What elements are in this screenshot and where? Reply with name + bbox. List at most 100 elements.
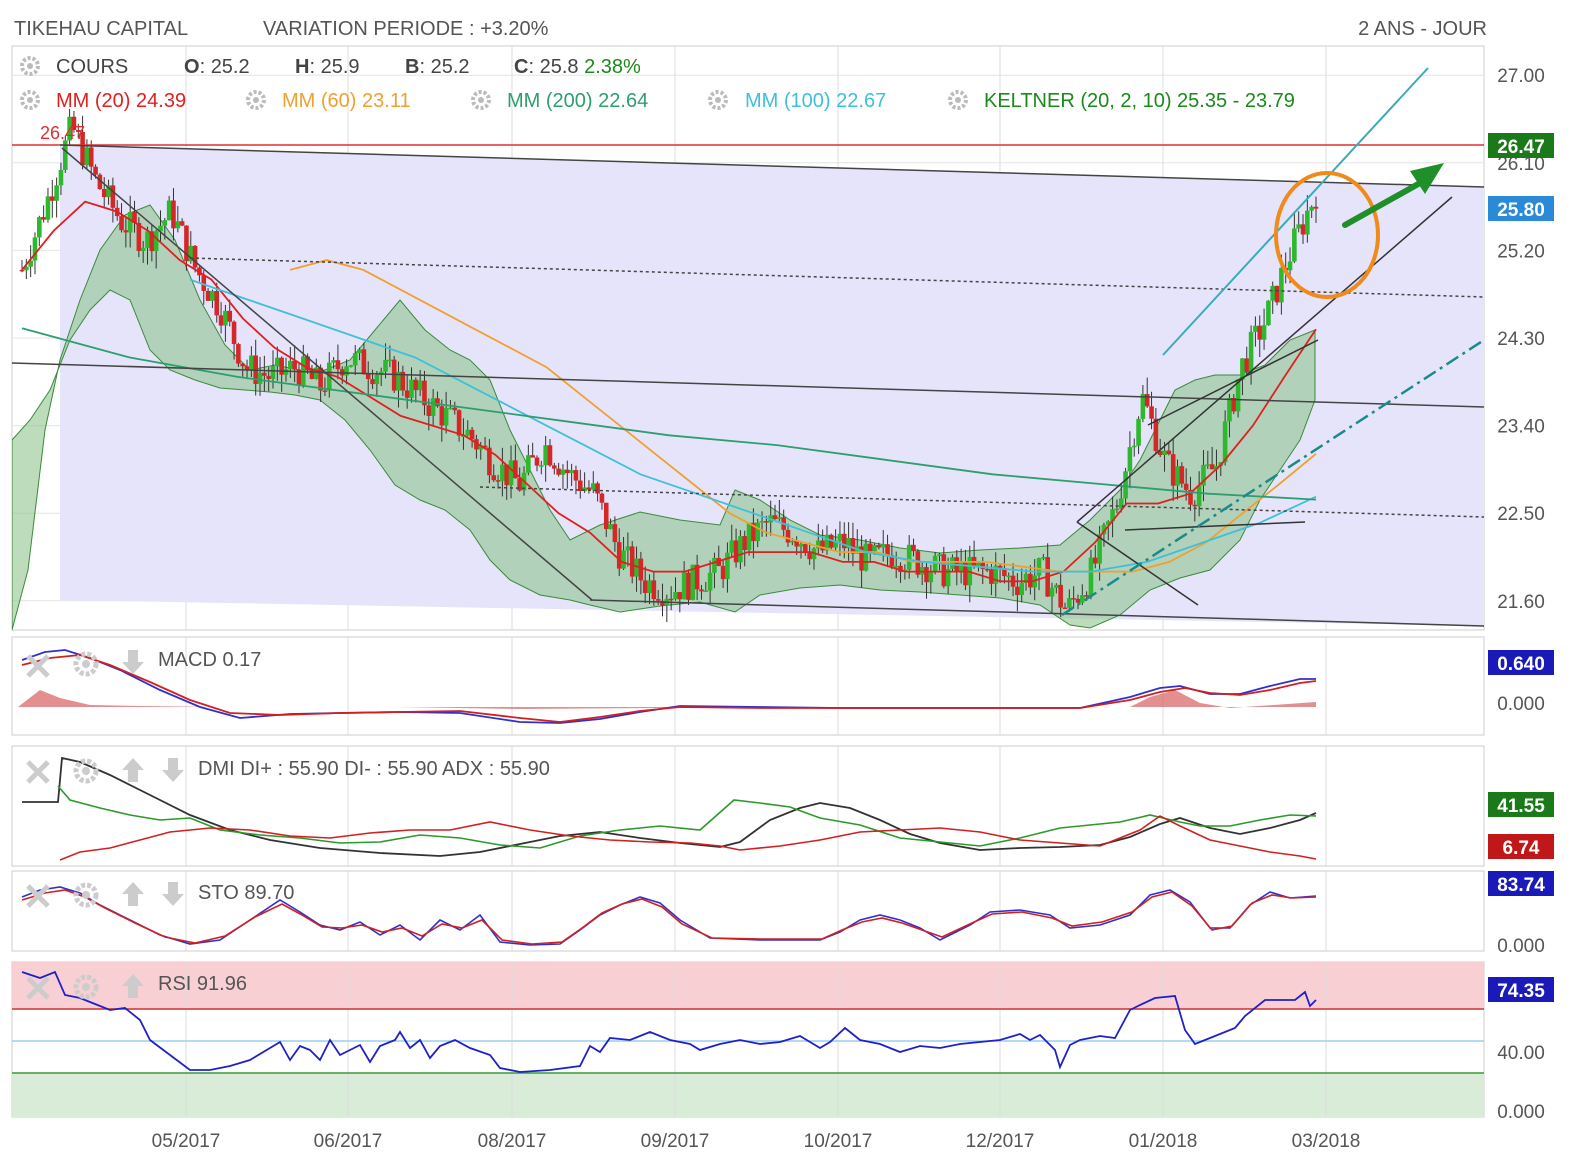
candle-body — [426, 405, 432, 416]
period-selector[interactable]: 2 ANS - JOUR — [1358, 18, 1487, 40]
candle-body — [443, 408, 449, 426]
candle-body — [586, 487, 592, 490]
candle-body — [249, 355, 254, 370]
candle-body — [616, 542, 622, 569]
candle-body — [564, 469, 570, 474]
candle-body — [885, 544, 890, 556]
candle-body — [452, 407, 458, 411]
candle-body — [387, 359, 393, 362]
price-tick-label: 27.00 — [1497, 66, 1545, 87]
indicator-mm200: MM (200) 22.64 — [507, 90, 648, 112]
candle-body — [175, 221, 181, 229]
candle-body — [1192, 504, 1198, 507]
candle-body — [928, 571, 934, 583]
candle-body — [603, 502, 609, 530]
candle-body — [1196, 485, 1202, 507]
candle-body — [764, 521, 769, 523]
candle-body — [1041, 557, 1046, 559]
candle-body — [976, 562, 981, 566]
svg-text:B: 25.2: B: 25.2 — [405, 56, 470, 78]
candle-body — [140, 247, 146, 251]
candle-body — [361, 349, 367, 375]
candle-body — [625, 546, 631, 551]
macd-label: MACD 0.17 — [158, 649, 261, 671]
price-tick-label: 22.50 — [1497, 504, 1545, 525]
rsi-mid-tick: 40.00 — [1497, 1043, 1545, 1064]
candle-body — [236, 344, 241, 364]
candle-body — [240, 363, 246, 367]
candle-body — [1162, 450, 1167, 455]
candle-body — [1222, 421, 1228, 463]
macd-badge-value: 0.640 — [1497, 654, 1545, 675]
candle-body — [1149, 406, 1154, 419]
candle-body — [1266, 300, 1271, 326]
svg-text:H: 25.9: H: 25.9 — [295, 56, 360, 78]
candle-body — [777, 517, 782, 520]
candle-body — [1296, 224, 1301, 229]
indicator-mm20: MM (20) 24.39 — [56, 90, 186, 112]
candle-body — [612, 524, 618, 543]
candle-body — [162, 220, 168, 226]
candle-body — [950, 557, 955, 569]
candle-body — [1153, 418, 1159, 451]
candle-body — [430, 398, 436, 416]
indicator-mm100: MM (100) 22.67 — [745, 90, 886, 112]
candle-body — [681, 572, 687, 600]
candle-body — [1058, 584, 1063, 608]
candle-body — [218, 315, 224, 326]
candle-body — [365, 374, 371, 380]
candle-body — [729, 540, 735, 553]
candle-body — [171, 200, 176, 229]
open-value: 25.2 — [211, 56, 250, 78]
candle-body — [1084, 595, 1089, 597]
candle-body — [543, 445, 548, 466]
candle-body — [1253, 325, 1258, 332]
candle-body — [642, 580, 648, 593]
dmi-label: DMI DI+ : 55.90 DI- : 55.90 ADX : 55.90 — [198, 758, 550, 780]
period-variation: VARIATION PERIODE : +3.20% — [263, 18, 549, 40]
candle-body — [84, 147, 90, 166]
candle-body — [404, 390, 410, 398]
sto-badge-value: 83.74 — [1497, 875, 1545, 896]
candle-body — [573, 470, 579, 481]
candle-body — [733, 540, 739, 563]
candle-body — [1248, 331, 1254, 373]
candle-body — [703, 590, 709, 593]
candle-body — [1131, 445, 1137, 448]
candle-body — [1170, 454, 1176, 486]
time-axis: 05/2017 06/2017 08/2017 09/2017 10/2017 12/20… — [152, 1131, 1361, 1152]
candle-body — [590, 483, 596, 490]
close-key: C — [514, 56, 528, 78]
candle-body — [210, 291, 215, 301]
candle-body — [699, 589, 704, 592]
candle-body — [1274, 285, 1280, 303]
candle-body — [1179, 466, 1185, 484]
candle-body — [344, 366, 349, 376]
candle-body — [58, 169, 64, 186]
price-tick-label: 25.20 — [1497, 241, 1545, 262]
candle-body — [738, 536, 743, 563]
candle-body — [192, 245, 198, 268]
candle-body — [707, 572, 713, 591]
candle-body — [1080, 595, 1085, 603]
candle-body — [469, 429, 475, 440]
candle-body — [266, 375, 271, 379]
candle-body — [508, 460, 514, 486]
candle-body — [1257, 325, 1263, 340]
candle-body — [1123, 471, 1128, 499]
svg-text:C: 25.8 2.38%: C: 25.8 2.38% — [514, 56, 641, 78]
candle-body — [1054, 584, 1059, 588]
candle-body — [127, 212, 133, 233]
candle-body — [1088, 557, 1094, 597]
candle-body — [262, 372, 267, 376]
time-axis-label: 08/2017 — [478, 1131, 547, 1152]
candle-body — [629, 546, 635, 577]
candle-body — [417, 380, 423, 391]
candle-body — [54, 185, 59, 201]
candle-body — [439, 406, 445, 426]
candle-body — [93, 166, 98, 175]
quote-label: COURS — [56, 56, 128, 78]
candle-body — [145, 231, 150, 248]
candle-body — [599, 493, 605, 503]
candle-body — [1015, 586, 1020, 595]
